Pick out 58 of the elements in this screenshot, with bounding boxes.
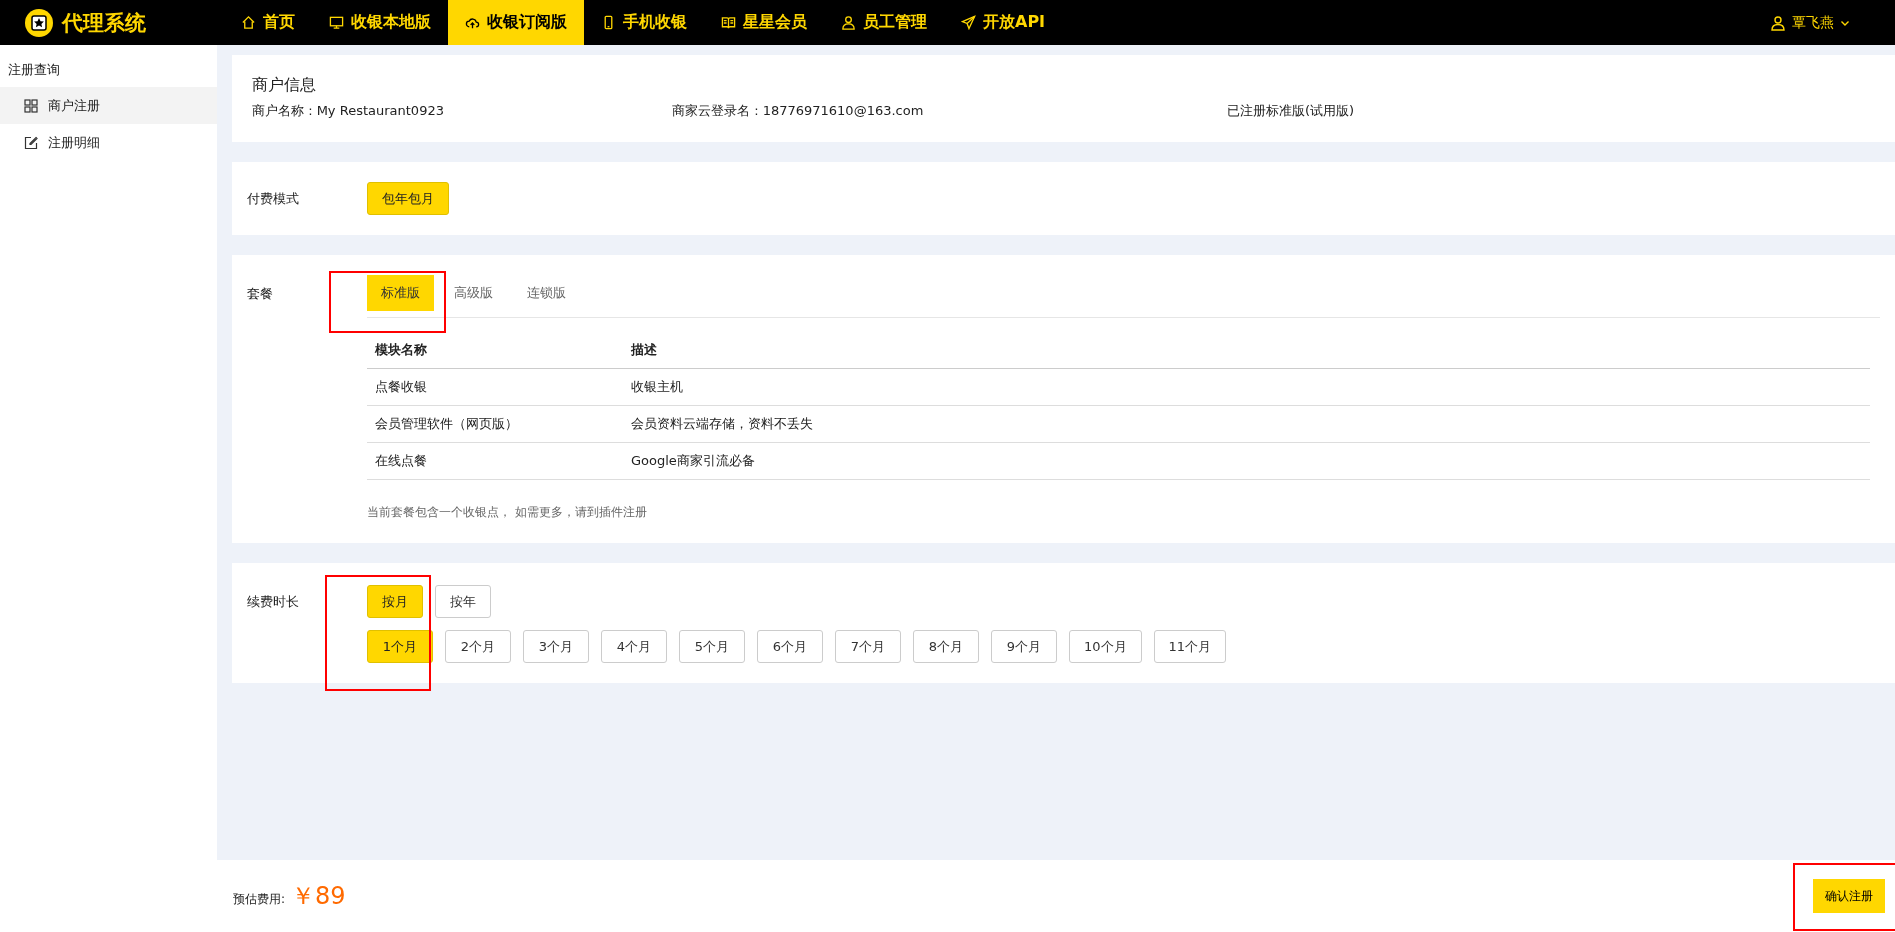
duration-button[interactable]: 1个月 <box>367 630 433 663</box>
table-cell: 在线点餐 <box>367 442 623 480</box>
duration-button[interactable]: 4个月 <box>601 630 667 663</box>
cloud-upload-icon <box>465 15 480 30</box>
price-text: ￥89 <box>291 881 346 912</box>
sidebar-heading: 注册查询 <box>7 61 61 79</box>
nav-tab[interactable]: 收银订阅版 <box>448 0 584 45</box>
table-cell: 会员资料云端存储，资料不丢失 <box>623 405 1870 443</box>
nav-tab[interactable]: 星星会员 <box>704 0 824 45</box>
nav-tab[interactable]: 首页 <box>224 0 312 45</box>
user-icon <box>1770 14 1786 31</box>
column-header: 描述 <box>623 332 1870 369</box>
duration-button[interactable]: 7个月 <box>835 630 901 663</box>
info-text: 已注册标准版(试用版) <box>1227 102 1355 120</box>
user-menu[interactable]: 覃飞燕 <box>1770 13 1850 32</box>
note-text: 当前套餐包含一个收银点， 如需更多，请到插件注册 <box>367 504 648 521</box>
column-header: 模块名称 <box>367 332 623 369</box>
duration-button[interactable]: 9个月 <box>991 630 1057 663</box>
field-label: 套餐 <box>247 285 274 303</box>
monitor-icon <box>329 15 344 30</box>
plan-tab[interactable]: 高级版 <box>440 275 507 311</box>
duration-button[interactable]: 10个月 <box>1069 630 1142 663</box>
sidebar-item[interactable]: 商户注册 <box>0 87 217 124</box>
book-icon <box>721 15 736 30</box>
grid-icon <box>24 98 38 113</box>
unit-button[interactable]: 按月 <box>367 585 423 618</box>
nav-tab[interactable]: 开放API <box>944 0 1063 45</box>
field-label: 续费时长 <box>247 593 300 611</box>
option-button[interactable]: 包年包月 <box>367 182 449 215</box>
nav-tab[interactable]: 员工管理 <box>824 0 944 45</box>
table-cell: 会员管理软件（网页版） <box>367 405 623 443</box>
star-logo-icon <box>24 7 54 38</box>
duration-button[interactable]: 2个月 <box>445 630 511 663</box>
user-icon <box>841 15 856 30</box>
plan-tab[interactable]: 标准版 <box>367 275 434 311</box>
duration-button[interactable]: 11个月 <box>1153 630 1227 663</box>
home-icon <box>241 15 256 30</box>
duration-button[interactable]: 3个月 <box>523 630 589 663</box>
section-title: 商户信息 <box>252 75 317 96</box>
info-text: 商家云登录名 : 18776971610@163.com <box>672 102 925 120</box>
estimate-label: 预估费用: <box>233 890 286 908</box>
nav-tab[interactable]: 手机收银 <box>584 0 704 45</box>
plan-tab[interactable]: 连锁版 <box>513 275 580 311</box>
paper-plane-icon <box>961 15 976 30</box>
field-label: 付费模式 <box>247 189 300 208</box>
duration-button[interactable]: 5个月 <box>679 630 745 663</box>
table-cell: Google商家引流必备 <box>623 442 1870 480</box>
sidebar-item[interactable]: 注册明细 <box>0 124 217 161</box>
table-cell: 点餐收银 <box>367 368 623 406</box>
info-text: 商户名称 : My Restaurant0923 <box>252 102 445 120</box>
unit-button[interactable]: 按年 <box>435 585 491 618</box>
nav-tab[interactable]: 收银本地版 <box>312 0 448 45</box>
edit-icon <box>24 135 38 150</box>
table-cell: 收银主机 <box>623 368 1870 406</box>
confirm-button[interactable]: 确认注册 <box>1813 879 1885 913</box>
duration-button[interactable]: 8个月 <box>913 630 979 663</box>
duration-button[interactable]: 6个月 <box>757 630 823 663</box>
app-title: 代理系统 <box>62 9 146 37</box>
